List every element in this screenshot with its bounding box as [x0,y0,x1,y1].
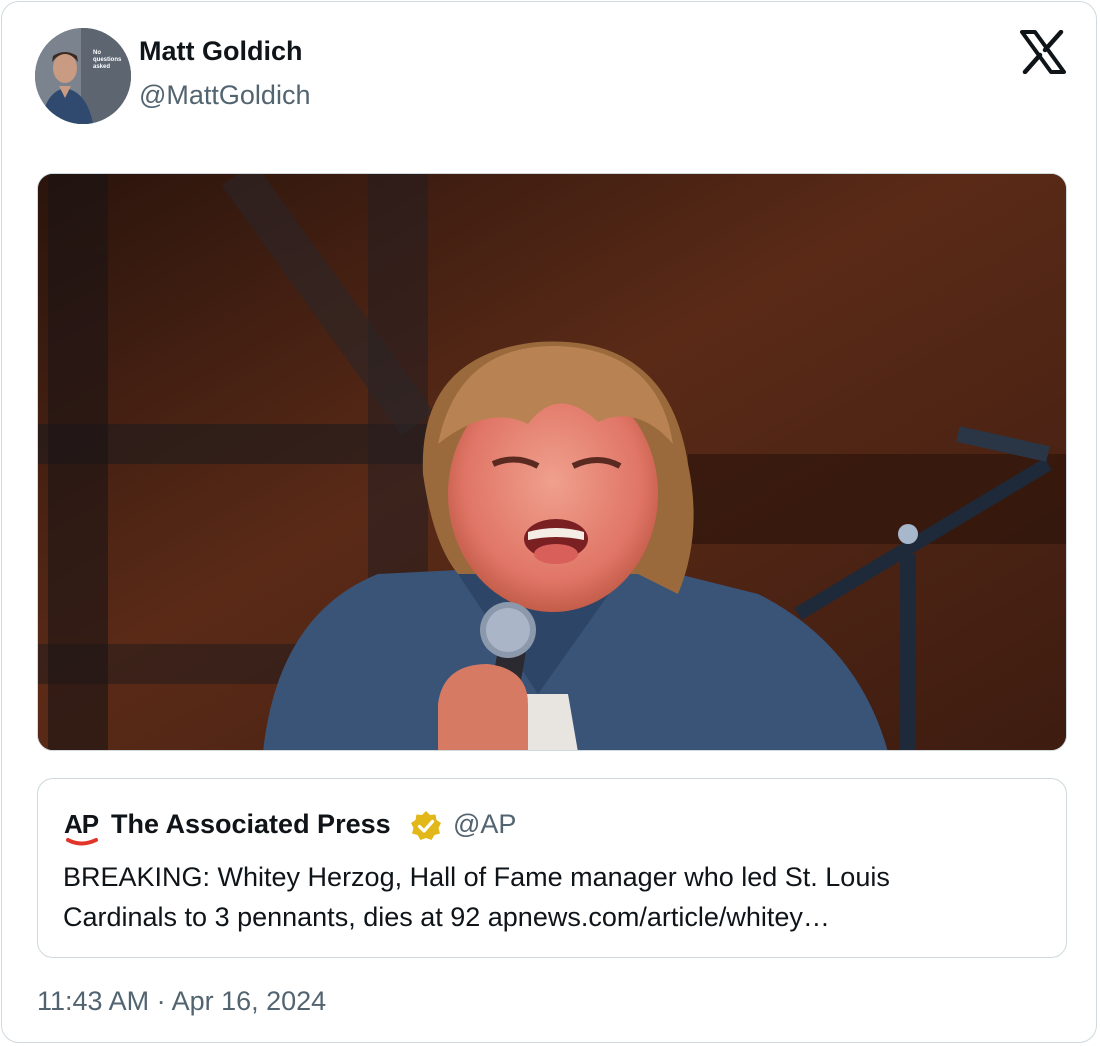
quoted-post[interactable]: AP The Associated Press @AP BREAKING: Wh… [37,778,1067,958]
post-card: No questions asked Matt Goldich @MattGol… [1,1,1097,1043]
author-handle[interactable]: @MattGoldich [139,80,310,111]
ap-logo-icon: AP [64,809,102,849]
x-logo-icon[interactable] [1020,29,1066,75]
author-name[interactable]: Matt Goldich [139,36,303,67]
post-image[interactable] [37,173,1067,751]
svg-text:No: No [93,50,101,56]
svg-text:asked: asked [93,64,110,70]
quoted-post-text: BREAKING: Whitey Herzog, Hall of Fame ma… [63,857,1043,937]
quoted-author-handle[interactable]: @AP [453,809,516,840]
verified-badge-icon[interactable] [410,810,442,842]
avatar[interactable]: No questions asked [35,28,131,124]
quoted-post-text-line[interactable]: Cardinals to 3 pennants, dies at 92 apne… [63,897,1043,937]
post-timestamp[interactable]: 11:43 AM · Apr 16, 2024 [37,986,326,1017]
quoted-author-name[interactable]: The Associated Press [111,809,391,840]
svg-text:questions: questions [93,57,122,63]
quoted-post-text-line: BREAKING: Whitey Herzog, Hall of Fame ma… [63,862,890,892]
svg-text:AP: AP [64,809,99,839]
